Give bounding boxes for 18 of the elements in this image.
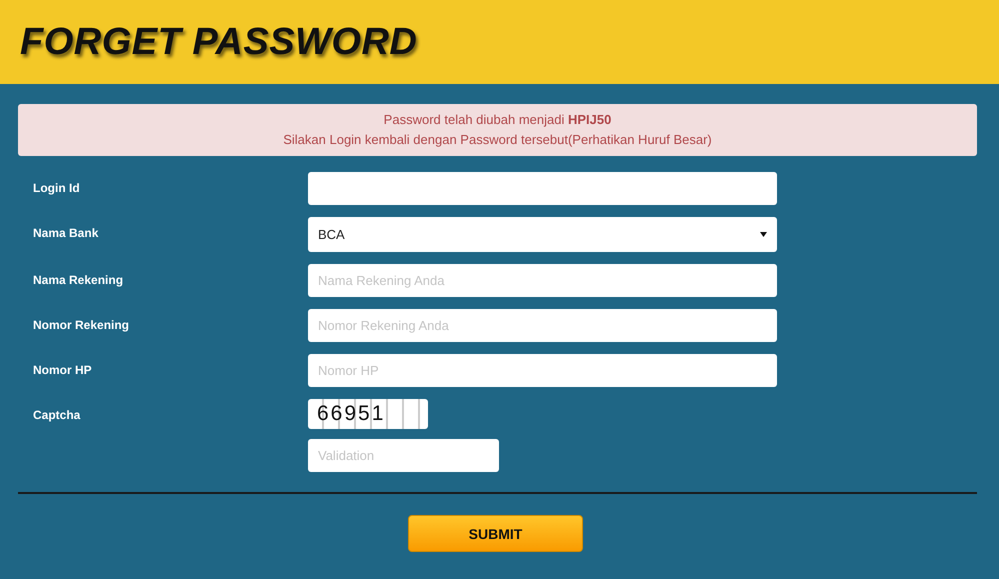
text-field[interactable]: Nomor Rekening Anda [308, 309, 777, 342]
text-field[interactable]: Nama Rekening Anda [308, 264, 777, 297]
page-title: FORGET PASSWORD [20, 20, 418, 64]
bank-dropdown[interactable]: BCA [308, 217, 777, 252]
captcha-image: 66951 [308, 399, 428, 429]
submit-button[interactable]: SUBMIT [408, 515, 583, 552]
alert-message: Silakan Login kembali dengan Password tersebut(Perhatikan Huruf Besar) [282, 131, 713, 149]
text-field[interactable]: Nomor HP [308, 354, 777, 387]
field-label: Nama Bank [32, 225, 100, 242]
validation-field[interactable]: Validation [308, 439, 499, 472]
field-label: Login Id [32, 180, 81, 197]
field-label: Nama Rekening [32, 272, 124, 289]
field-label: Nomor Rekening [32, 317, 130, 334]
alert-message: Password telah diubah menjadi HPIJ50 [382, 111, 612, 129]
field-label: Nomor HP [32, 362, 93, 379]
field-label: Captcha [32, 407, 82, 424]
text-field[interactable] [308, 172, 777, 205]
caret-icon [760, 232, 767, 237]
